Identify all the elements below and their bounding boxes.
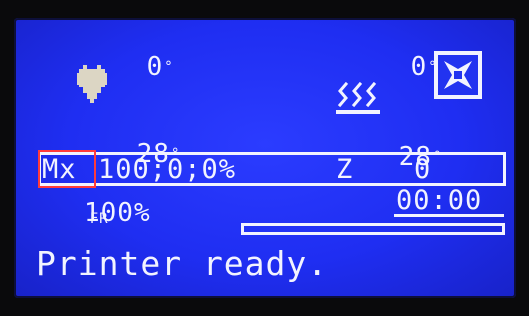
lcd-screen: 0° 28° 0° 28° Mx 100;0;0% Z 0 FR 100% 00… <box>14 18 516 298</box>
fan-icon <box>434 51 482 99</box>
z-label: Z <box>336 154 354 185</box>
z-value: 0 <box>414 154 432 185</box>
elapsed-time: 00:00 <box>396 185 483 216</box>
mx-label: Mx <box>42 154 77 185</box>
nozzle-icon <box>77 65 107 103</box>
xy-values: 100;0;0% <box>98 154 237 185</box>
feedrate-value: 100% <box>84 198 151 228</box>
print-progress-bar <box>241 223 505 235</box>
time-underline <box>394 214 504 217</box>
heated-bed-icon <box>336 82 380 114</box>
status-message: Printer ready. <box>36 244 329 283</box>
